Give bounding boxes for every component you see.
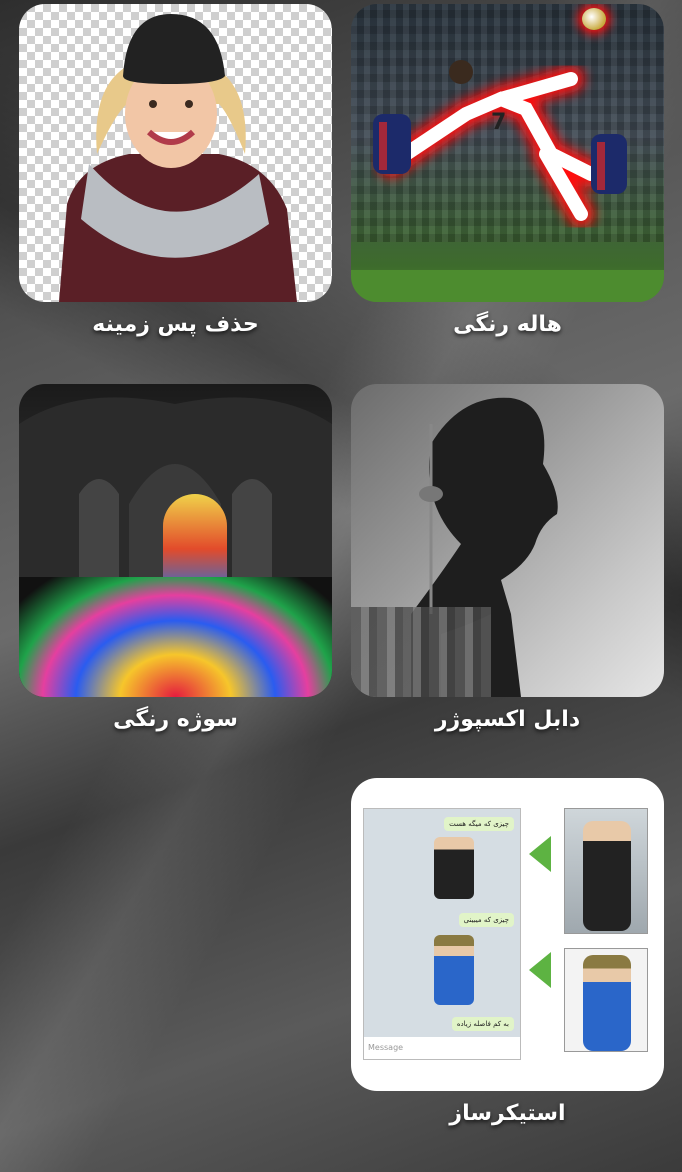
sticker-man-jacket xyxy=(434,935,474,1005)
double-exposure-thumbnail xyxy=(351,384,664,697)
tile-label: حذف پس زمینه xyxy=(92,312,259,337)
player-halo-figure: 7 xyxy=(373,60,627,227)
tile-label: استیکرساز xyxy=(449,1101,566,1126)
chat-bubble: چیزی که میبینی xyxy=(458,913,514,927)
city-skyline xyxy=(351,607,491,697)
chat-preview: چیزی که میگه هست چیزی که میبینی به کم فا… xyxy=(363,808,521,1060)
woman-cutout-figure xyxy=(59,14,297,302)
tile-double-exposure[interactable]: دابل اکسپوژر xyxy=(351,384,664,732)
football xyxy=(582,8,606,30)
sticker-maker-thumbnail: چیزی که میگه هست چیزی که میبینی به کم فا… xyxy=(351,778,664,1091)
arrow-left-icon xyxy=(529,836,551,872)
halo-color-thumbnail: 7 xyxy=(351,4,664,302)
photo-man-suit xyxy=(564,808,648,934)
tile-background-remove[interactable]: حذف پس زمینه xyxy=(19,4,332,337)
colorful-carpet xyxy=(19,577,332,697)
tile-halo-color[interactable]: 7 هاله رنگی xyxy=(351,4,664,337)
message-input-bar: Message xyxy=(364,1037,520,1059)
svg-text:7: 7 xyxy=(491,110,506,135)
background-remove-thumbnail xyxy=(19,4,332,302)
color-spark-thumbnail xyxy=(19,384,332,697)
tile-label: هاله رنگی xyxy=(453,312,562,337)
arrow-left-icon xyxy=(529,952,551,988)
photo-man-jacket xyxy=(564,948,648,1052)
chat-bubble: چیزی که میگه هست xyxy=(444,817,514,831)
tile-label: دابل اکسپوژر xyxy=(434,707,581,732)
sticker-man-suit xyxy=(434,837,474,899)
tile-color-spark[interactable]: سوژه رنگی xyxy=(19,384,332,732)
chat-bubble: به کم فاصله زیاده xyxy=(451,1017,514,1031)
tile-sticker-maker[interactable]: چیزی که میگه هست چیزی که میبینی به کم فا… xyxy=(351,778,664,1126)
tile-label: سوژه رنگی xyxy=(113,707,238,732)
message-placeholder: Message xyxy=(368,1043,404,1052)
